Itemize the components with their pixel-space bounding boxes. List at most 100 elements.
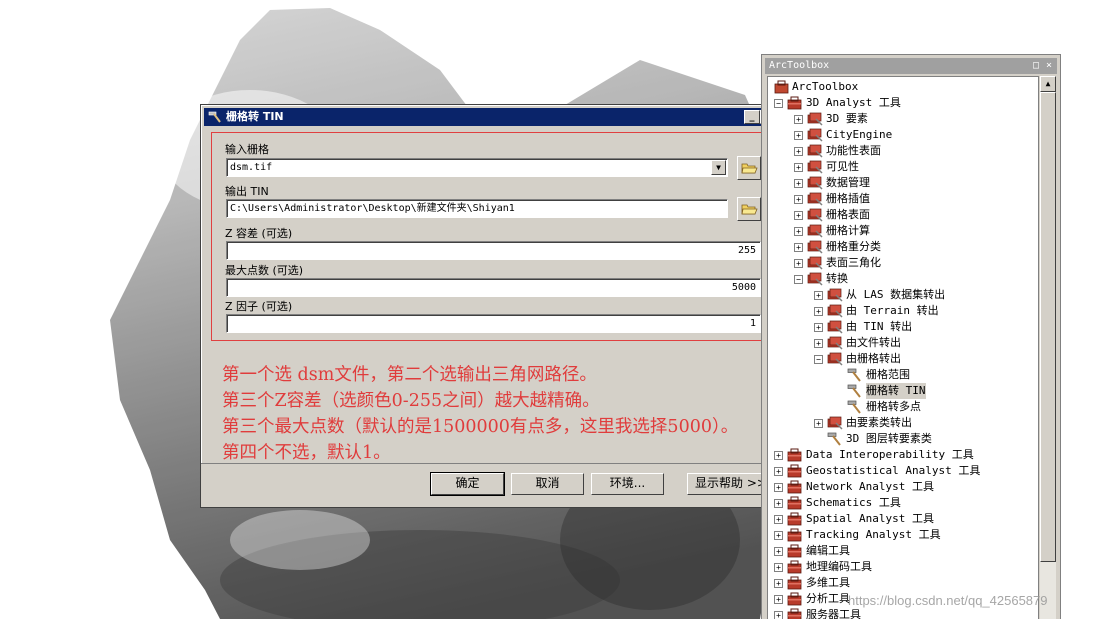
z-factor-input[interactable]: 1 (226, 314, 761, 333)
tree-item[interactable]: + 地理编码工具 (768, 559, 1038, 575)
tree-item[interactable]: + Data Interoperability 工具 (768, 447, 1038, 463)
tree-item[interactable]: + 服务器工具 (768, 607, 1038, 619)
hammer-icon (847, 368, 863, 382)
annotation-line-3: 第三个最大点数（默认的是1500000有点多，这里我选择5000）。 (222, 417, 739, 437)
tree-item[interactable]: + 数据管理 (768, 175, 1038, 191)
expand-icon[interactable]: + (774, 451, 783, 460)
expand-icon[interactable]: + (814, 291, 823, 300)
tree-item-label: 栅格转 TIN (866, 383, 926, 399)
folder-open-icon[interactable] (737, 197, 761, 221)
tree-item[interactable]: + 由文件转出 (768, 335, 1038, 351)
expand-icon[interactable]: + (774, 595, 783, 604)
minimize-button[interactable]: _ (744, 110, 760, 124)
annotation-line-4: 第四个不选，默认1。 (222, 443, 391, 463)
tree-item[interactable]: + 功能性表面 (768, 143, 1038, 159)
expand-icon[interactable]: + (774, 579, 783, 588)
expand-icon[interactable]: + (774, 611, 783, 619)
tree-item[interactable]: 栅格范围 (768, 367, 1038, 383)
tree-item[interactable]: + 由 TIN 转出 (768, 319, 1038, 335)
tree-item[interactable]: + 由要素类转出 (768, 415, 1038, 431)
tree-item[interactable]: ArcToolbox (768, 79, 1038, 95)
tree-item[interactable]: 3D 图层转要素类 (768, 431, 1038, 447)
tree-item[interactable]: − 转换 (768, 271, 1038, 287)
expand-icon[interactable]: + (774, 483, 783, 492)
expand-icon[interactable]: + (814, 339, 823, 348)
tree-item[interactable]: + 栅格重分类 (768, 239, 1038, 255)
arctoolbox-scrollbar[interactable]: ▲ (1040, 76, 1056, 619)
toolbox-icon (787, 576, 803, 590)
tree-item[interactable]: + Geostatistical Analyst 工具 (768, 463, 1038, 479)
tree-item[interactable]: +3D 要素 (768, 111, 1038, 127)
expand-icon[interactable]: + (774, 499, 783, 508)
tree-item[interactable]: + 栅格计算 (768, 223, 1038, 239)
tree-item[interactable]: + 栅格表面 (768, 207, 1038, 223)
ok-button[interactable]: 确定 (430, 472, 505, 496)
tree-item[interactable]: + Schematics 工具 (768, 495, 1038, 511)
expand-icon[interactable]: + (794, 147, 803, 156)
tree-item[interactable]: + Tracking Analyst 工具 (768, 527, 1038, 543)
arctoolbox-titlebar[interactable]: ArcToolbox □ × (765, 58, 1057, 74)
collapse-icon[interactable]: − (814, 355, 823, 364)
collapse-icon[interactable]: − (774, 99, 783, 108)
output-tin-input[interactable]: C:\Users\Administrator\Desktop\新建文件夹\Shi… (226, 199, 728, 218)
tree-item[interactable]: + CityEngine (768, 127, 1038, 143)
tree-item[interactable]: − 由栅格转出 (768, 351, 1038, 367)
expand-icon[interactable]: + (794, 211, 803, 220)
annotation-line-1: 第一个选 dsm文件，第二个选输出三角网路径。 (222, 365, 597, 385)
expand-icon[interactable]: + (774, 547, 783, 556)
cancel-button[interactable]: 取消 (511, 473, 584, 495)
max-points-input[interactable]: 5000 (226, 278, 761, 297)
expand-icon[interactable]: + (794, 131, 803, 140)
tree-item[interactable]: + 栅格插值 (768, 191, 1038, 207)
expand-icon[interactable]: + (794, 259, 803, 268)
restore-icon[interactable]: □ (1033, 58, 1039, 74)
input-raster-select[interactable]: dsm.tif ▼ (226, 158, 728, 177)
expand-icon[interactable]: + (814, 419, 823, 428)
expand-icon[interactable]: + (774, 563, 783, 572)
tree-item[interactable]: + 多维工具 (768, 575, 1038, 591)
expand-icon[interactable]: + (774, 467, 783, 476)
toolset-icon (827, 320, 843, 334)
close-icon[interactable]: × (1046, 58, 1052, 74)
scroll-up-button[interactable]: ▲ (1040, 76, 1056, 92)
environments-button[interactable]: 环境... (591, 473, 664, 495)
scroll-thumb[interactable] (1040, 92, 1056, 562)
toolbox-icon (787, 480, 803, 494)
chevron-down-icon[interactable]: ▼ (711, 160, 726, 175)
dialog-titlebar[interactable]: 栅格转 TIN _ □ × (204, 108, 792, 126)
tree-item[interactable]: 栅格转 TIN (768, 383, 1038, 399)
tree-item[interactable]: + Spatial Analyst 工具 (768, 511, 1038, 527)
tree-item[interactable]: + 可见性 (768, 159, 1038, 175)
expand-icon[interactable]: + (794, 227, 803, 236)
arctoolbox-tree[interactable]: ArcToolbox −3D Analyst 工具 +3D 要素 + CityEngin… (767, 76, 1039, 619)
tree-item-label: 数据管理 (826, 176, 870, 189)
expand-icon[interactable]: + (794, 195, 803, 204)
expand-icon[interactable]: + (774, 515, 783, 524)
toolset-icon (807, 272, 823, 286)
expand-icon[interactable]: + (794, 163, 803, 172)
tree-item[interactable]: − 3D Analyst 工具 (768, 95, 1038, 111)
tree-item[interactable]: + 由 Terrain 转出 (768, 303, 1038, 319)
expand-icon[interactable]: + (814, 323, 823, 332)
tree-item[interactable]: + 从 LAS 数据集转出 (768, 287, 1038, 303)
tree-item[interactable]: + 编辑工具 (768, 543, 1038, 559)
toolset-icon (807, 160, 823, 174)
toolbox-icon (787, 544, 803, 558)
toolset-icon (827, 352, 843, 366)
hammer-icon (208, 111, 221, 123)
expand-icon[interactable]: + (794, 115, 803, 124)
expand-icon[interactable]: + (814, 307, 823, 316)
tree-item-label: 编辑工具 (806, 544, 850, 557)
tree-item[interactable]: + Network Analyst 工具 (768, 479, 1038, 495)
expand-icon[interactable]: + (794, 179, 803, 188)
expand-icon[interactable]: + (774, 531, 783, 540)
collapse-icon[interactable]: − (794, 275, 803, 284)
tree-item[interactable]: + 表面三角化 (768, 255, 1038, 271)
expand-icon[interactable]: + (794, 243, 803, 252)
tree-item[interactable]: 栅格转多点 (768, 399, 1038, 415)
folder-open-icon[interactable] (737, 156, 761, 180)
tree-item-label: Network Analyst 工具 (806, 480, 934, 493)
z-tolerance-input[interactable]: 255 (226, 241, 761, 260)
dialog-button-bar: 确定 取消 环境... 显示帮助 >> (201, 463, 792, 507)
tree-item-label: 由要素类转出 (846, 416, 912, 429)
